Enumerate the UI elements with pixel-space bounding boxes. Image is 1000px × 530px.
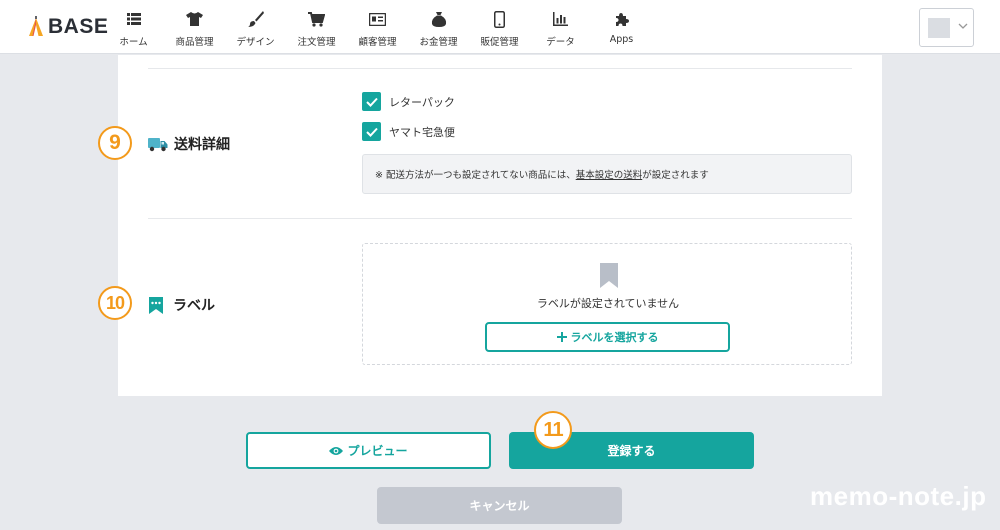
annotation-step-11: 11 [534, 411, 572, 449]
nav-home[interactable]: ホーム [103, 0, 164, 54]
checkbox-checked[interactable] [362, 122, 381, 141]
nav-label: 注文管理 [297, 37, 336, 48]
nav-money[interactable]: お金管理 [408, 0, 469, 54]
divider [148, 68, 852, 69]
nav-apps[interactable]: Apps [591, 0, 652, 54]
nav-label: 顧客管理 [358, 37, 397, 48]
select-label-text: ラベルを選択する [570, 331, 659, 344]
id-card-icon [369, 10, 387, 28]
base-logo[interactable]: BASE [28, 15, 108, 39]
nav-products[interactable]: 商品管理 [164, 0, 225, 54]
preview-button[interactable]: プレビュー [246, 432, 491, 469]
eye-icon [329, 446, 344, 455]
label-title: ラベル [173, 298, 215, 314]
label-dropzone: ラベルが設定されていません ラベルを選択する [362, 243, 852, 365]
register-label: 登録する [607, 444, 656, 458]
avatar [928, 18, 950, 38]
no-label-text: ラベルが設定されていません [536, 297, 680, 310]
divider [148, 218, 852, 219]
basic-settings-shipping-link[interactable]: 基本設定の送料 [576, 170, 643, 181]
shipping-details-label: 送料詳細 [148, 134, 230, 154]
nav-label: Apps [609, 34, 634, 45]
nav-label: ホーム [119, 37, 148, 48]
annotation-step-10: 10 [98, 286, 132, 320]
checkbox-checked[interactable] [362, 92, 381, 111]
check-icon [365, 97, 378, 107]
tent-logo-icon [29, 16, 43, 36]
label-section-label: ラベル [148, 295, 215, 315]
chevron-down-icon [958, 23, 968, 29]
watermark: memo-note.jp [810, 481, 987, 511]
annotation-step-9: 9 [98, 126, 132, 160]
notice-text: ※ 配送方法が一つも設定されてない商品には、 [375, 170, 576, 181]
money-bag-icon [430, 10, 448, 28]
account-menu-button[interactable] [919, 8, 974, 47]
nav-label: データ [546, 37, 575, 48]
nav-label: 商品管理 [175, 37, 214, 48]
main-nav: ホーム 商品管理 デザイン 注文管理 顧客管理 お金管理 販促管理 データ Ap… [103, 0, 652, 54]
tshirt-icon [186, 10, 204, 28]
checkbox-label: レターパック [389, 95, 455, 109]
nav-label: 販促管理 [480, 37, 519, 48]
puzzle-icon [613, 10, 631, 28]
shipping-option-letterpack[interactable]: レターパック [362, 92, 455, 111]
checkbox-label: ヤマト宅急便 [389, 125, 455, 139]
cancel-button[interactable]: キャンセル [377, 487, 622, 524]
nav-promotion[interactable]: 販促管理 [469, 0, 530, 54]
tag-label-icon [149, 296, 163, 314]
list-icon [125, 10, 143, 28]
brush-icon [247, 10, 265, 28]
logo-text: BASE [48, 15, 109, 38]
nav-label: お金管理 [419, 37, 458, 48]
truck-icon [148, 138, 168, 152]
nav-label: デザイン [236, 37, 275, 48]
cancel-label: キャンセル [469, 499, 530, 513]
product-form-card: 9 送料詳細 レターパック ヤマト宅急便 ※ 配送方法が一つも設定されてない商品… [98, 55, 882, 396]
nav-orders[interactable]: 注文管理 [286, 0, 347, 54]
nav-customers[interactable]: 顧客管理 [347, 0, 408, 54]
plus-icon [556, 332, 567, 342]
smartphone-icon [491, 10, 509, 28]
bar-chart-icon [552, 10, 570, 28]
shipping-option-yamato[interactable]: ヤマト宅急便 [362, 122, 455, 141]
select-label-button[interactable]: ラベルを選択する [485, 322, 730, 352]
top-header: BASE ホーム 商品管理 デザイン 注文管理 顧客管理 お金管理 販促管理 デ… [0, 0, 1000, 54]
preview-label: プレビュー [347, 444, 408, 458]
shipping-title: 送料詳細 [174, 137, 230, 153]
check-icon [365, 127, 378, 137]
nav-design[interactable]: デザイン [225, 0, 286, 54]
cart-icon [308, 10, 326, 28]
notice-text-suffix: が設定されます [642, 170, 709, 181]
nav-data[interactable]: データ [530, 0, 591, 54]
bookmark-icon [600, 263, 618, 288]
shipping-notice: ※ 配送方法が一つも設定されてない商品には、基本設定の送料が設定されます [362, 154, 852, 194]
